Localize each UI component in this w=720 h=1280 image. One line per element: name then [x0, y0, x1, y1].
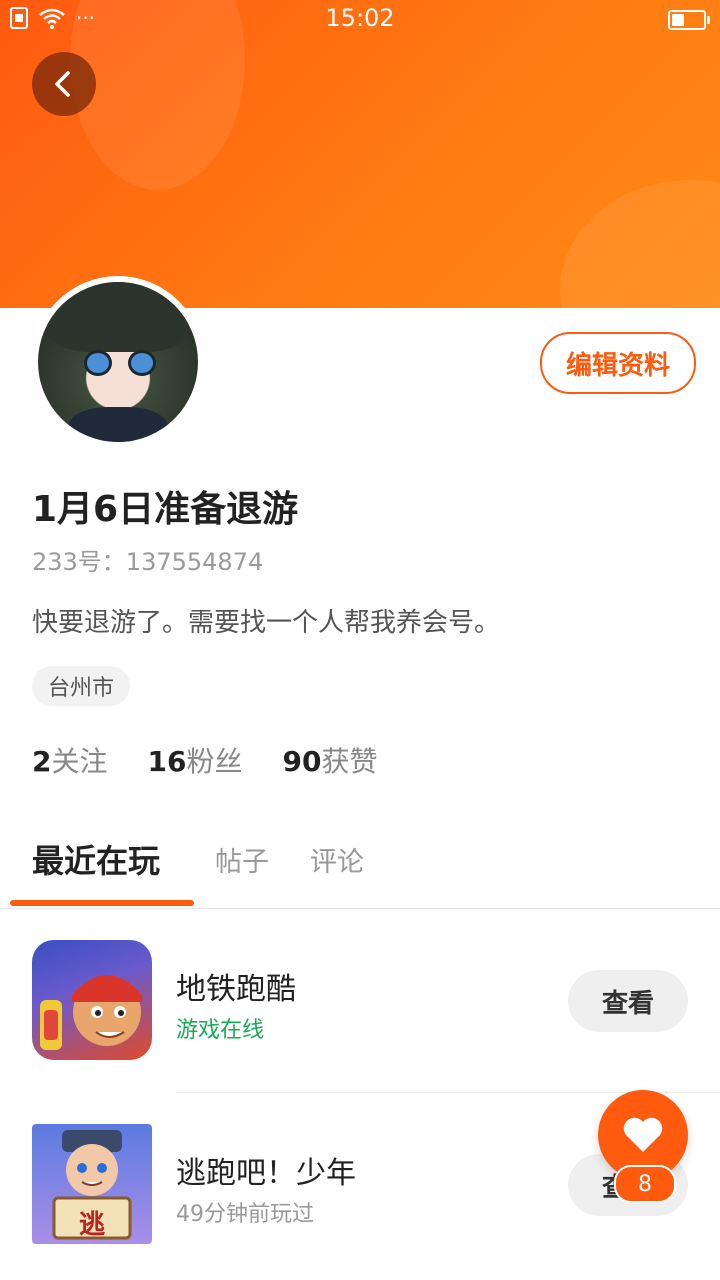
location-tag: 台州市 [32, 666, 131, 706]
tab-comments[interactable]: 评论 [310, 840, 364, 879]
game-icon-text: 逃 [78, 1210, 105, 1240]
avatar-image [38, 282, 198, 442]
banner-decoration [560, 180, 720, 308]
user-id: 233号：137554874 [32, 548, 264, 576]
stat-label: 关注 [51, 745, 108, 778]
tab-posts[interactable]: 帖子 [215, 840, 269, 879]
stat-number: 90 [282, 745, 322, 778]
stat-following[interactable]: 2关注 [32, 740, 108, 780]
game-icon-subway-surfers[interactable] [32, 940, 152, 1060]
status-time: 15:02 [325, 4, 395, 32]
status-bar: ··· 15:02 [0, 0, 720, 40]
heart-icon [623, 1117, 663, 1152]
game-name: 地铁跑酷 [176, 972, 296, 1007]
stat-likes[interactable]: 90获赞 [282, 740, 377, 780]
game-status: 49分钟前玩过 [176, 1202, 314, 1227]
profile-header-banner [0, 0, 720, 308]
stat-label: 粉丝 [186, 745, 243, 778]
stat-number: 2 [32, 745, 52, 778]
stat-number: 16 [147, 745, 187, 778]
battery-icon [668, 10, 710, 30]
stats-row: 2关注 16粉丝 90获赞 [32, 740, 377, 780]
battery-level [672, 14, 684, 26]
profile-tabs: 最近在玩 帖子 评论 [0, 836, 720, 909]
game-list-item[interactable]: 地铁跑酷 游戏在线 查看 [0, 924, 720, 1074]
avatar[interactable] [32, 276, 204, 448]
back-button[interactable] [32, 52, 96, 116]
user-bio: 快要退游了。需要找一个人帮我养会号。 [32, 608, 501, 638]
game-logo [40, 975, 142, 1050]
stat-followers[interactable]: 16粉丝 [148, 740, 243, 780]
username: 1月6日准备退游 [32, 489, 299, 530]
view-button[interactable]: 查看 [568, 970, 688, 1032]
edit-profile-button[interactable]: 编辑资料 [540, 332, 696, 394]
chevron-left-icon [55, 71, 70, 97]
active-tab-indicator [10, 900, 194, 906]
game-status: 游戏在线 [176, 1018, 265, 1043]
tab-recent-play[interactable]: 最近在玩 [32, 836, 160, 882]
game-icon-escape[interactable]: 逃 [32, 1124, 152, 1244]
stat-label: 获赞 [321, 745, 378, 778]
like-count-badge: 8 [614, 1165, 676, 1203]
game-name: 逃跑吧！少年 [176, 1156, 356, 1191]
